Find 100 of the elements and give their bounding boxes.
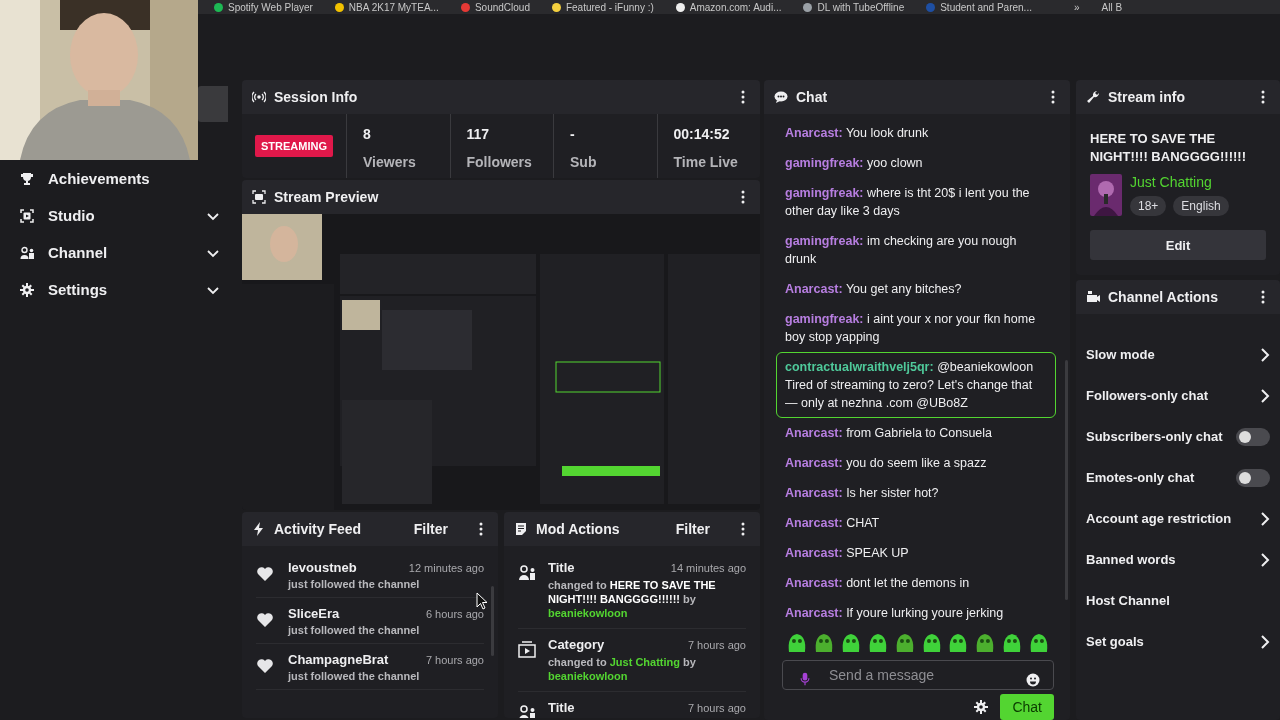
sidebar-item[interactable]: Studio xyxy=(0,197,240,234)
panel-title: Stream info xyxy=(1108,89,1186,105)
lightning-icon xyxy=(252,522,266,536)
activity-text: just followed the channel xyxy=(288,578,421,590)
studio-icon xyxy=(20,208,34,223)
chevron-right-icon xyxy=(1260,634,1270,649)
message-input[interactable]: Send a message xyxy=(782,660,1054,690)
heart-icon xyxy=(256,658,274,674)
stream-title: HERE TO SAVE THE NIGHT!!!! BANGGGG!!!!!! xyxy=(1090,130,1247,166)
bookmark-link[interactable]: Student and Paren... xyxy=(940,1,1032,13)
smiley-icon[interactable] xyxy=(1026,673,1040,687)
activity-text: just followed the channel xyxy=(288,624,421,636)
chat-message: Anarcast: Is her sister hot? xyxy=(784,485,940,502)
chevron-right-icon xyxy=(1260,347,1270,362)
timestamp: 6 hours ago xyxy=(425,608,484,620)
username-link[interactable]: beaniekowloon xyxy=(548,670,628,682)
bookmark-link[interactable]: Amazon.com: Audi... xyxy=(689,1,782,13)
sidebar-item-background xyxy=(198,86,228,122)
chat-message: Anarcast: CHAT xyxy=(784,515,881,532)
wrench-icon xyxy=(1086,90,1100,104)
action-description: changed to HERE TO SAVE THE NIGHT!!!! BANGGGG!!!!!! by beaniekowloon xyxy=(548,578,717,620)
username: ChampagneBrat xyxy=(288,652,389,667)
stat-label: Sub xyxy=(570,154,598,170)
chat-message: gamingfreak: where is tht 20$ i lent you the other day like 3 days xyxy=(784,185,1031,220)
channel-action-item[interactable]: Account age restriction xyxy=(1086,498,1270,539)
panel-title: Activity Feed xyxy=(274,521,363,537)
filter-button[interactable]: Filter xyxy=(411,519,450,539)
chat-message: Anarcast: SPEAK UP xyxy=(784,545,910,562)
tag[interactable]: 18+ xyxy=(1130,196,1167,216)
chat-message: contractualwraithvelj5qr: @beaniekowloon Tired of streaming to zero? Let's change that — only at nezhna .com @UBo8Z xyxy=(776,352,1056,418)
stat-label: Followers xyxy=(466,154,533,170)
settings-icon[interactable] xyxy=(974,700,989,714)
channel-action-item[interactable]: Set goals xyxy=(1086,621,1270,662)
edit-button[interactable]: Edit xyxy=(1090,230,1266,260)
category-link[interactable]: Just Chatting xyxy=(1130,174,1229,190)
people-icon xyxy=(20,245,34,260)
chevron-right-icon xyxy=(1260,388,1270,403)
channel-action-item[interactable]: Subscribers-only chat xyxy=(1086,416,1270,457)
username-link[interactable]: beaniekowloon xyxy=(548,607,628,619)
channel-action-item[interactable]: Emotes-only chat xyxy=(1086,457,1270,498)
stat-value: 8 xyxy=(363,126,372,142)
username: levoustneb xyxy=(288,560,357,575)
panel-title: Session Info xyxy=(274,89,359,105)
timestamp: 7 hours ago xyxy=(687,702,746,714)
channel-action-item[interactable]: Host Channel xyxy=(1086,580,1270,621)
broadcast-icon xyxy=(252,90,266,104)
sidebar-item[interactable]: Settings xyxy=(0,271,240,308)
stat-label: Time Live xyxy=(673,154,739,170)
filter-button[interactable]: Filter xyxy=(673,519,712,539)
sidebar-item[interactable]: Achievements xyxy=(0,160,240,197)
sidebar-item[interactable]: Channel xyxy=(0,234,240,271)
chevron-right-icon xyxy=(1260,552,1270,567)
channel-action-item[interactable]: Followers-only chat xyxy=(1086,375,1270,416)
stat-value: 00:14:52 xyxy=(673,126,731,142)
chat-button[interactable]: Chat xyxy=(1000,694,1054,720)
timestamp: 14 minutes ago xyxy=(670,562,746,574)
panel-title: Channel Actions xyxy=(1108,289,1219,305)
people-icon xyxy=(518,564,536,582)
bookmark-link[interactable]: NBA 2K17 MyTEA... xyxy=(348,1,439,13)
username: SliceEra xyxy=(288,606,340,621)
chat-message: gamingfreak: yoo clown xyxy=(784,155,924,172)
cursor-icon xyxy=(476,592,488,610)
chat-message: gamingfreak: im checking are you nough drunk xyxy=(784,233,1018,268)
settings-icon xyxy=(20,282,34,297)
trophy-icon xyxy=(20,171,34,186)
bookmark-link[interactable]: DL with TubeOffline xyxy=(817,1,905,13)
toggle-switch[interactable] xyxy=(1236,427,1270,446)
bookmark-link[interactable]: Featured - iFunny :) xyxy=(565,1,654,13)
stat-value: - xyxy=(570,126,576,142)
microphone-icon[interactable] xyxy=(798,672,812,686)
timestamp: 7 hours ago xyxy=(687,639,746,651)
bookmark-link[interactable]: SoundCloud xyxy=(474,1,530,13)
heart-icon xyxy=(256,566,274,582)
chat-message: Anarcast: If youre lurking youre jerking xyxy=(784,605,1005,622)
tag[interactable]: English xyxy=(1173,196,1229,216)
chevron-right-icon xyxy=(1260,511,1270,526)
action-title: Title xyxy=(548,700,575,715)
channel-action-item[interactable]: Banned words xyxy=(1086,539,1270,580)
chat-message: gamingfreak: i aint your x nor your fkn home boy stop yapping xyxy=(784,311,1037,346)
bookmarks-folder-link[interactable]: All B xyxy=(1101,1,1123,13)
streaming-badge: STREAMING xyxy=(255,135,333,157)
bookmark-link[interactable]: Spotify Web Player xyxy=(228,1,313,13)
more-bookmarks-button[interactable]: » xyxy=(1073,1,1080,13)
people-icon xyxy=(518,704,536,718)
toggle-switch[interactable] xyxy=(1236,468,1270,487)
chat-bubble-icon xyxy=(774,90,788,104)
chat-message: Anarcast: You get any bitches? xyxy=(784,281,963,298)
chat-message: Anarcast: dont let the demons in xyxy=(784,575,971,592)
heart-icon xyxy=(256,612,274,628)
panel-title: Chat xyxy=(796,89,829,105)
document-icon xyxy=(514,522,528,536)
play-card-icon xyxy=(518,641,536,659)
channel-action-item[interactable]: Slow mode xyxy=(1086,334,1270,375)
emote-icon[interactable] xyxy=(786,632,808,654)
stat-value: 117 xyxy=(466,126,491,142)
action-description: changed to Just Chatting by beaniekowloon xyxy=(548,655,697,683)
panel-title: Stream Preview xyxy=(274,189,380,205)
timestamp: 12 minutes ago xyxy=(408,562,484,574)
action-title: Category xyxy=(548,637,605,652)
chat-message: Anarcast: from Gabriela to Consuela xyxy=(784,425,994,442)
